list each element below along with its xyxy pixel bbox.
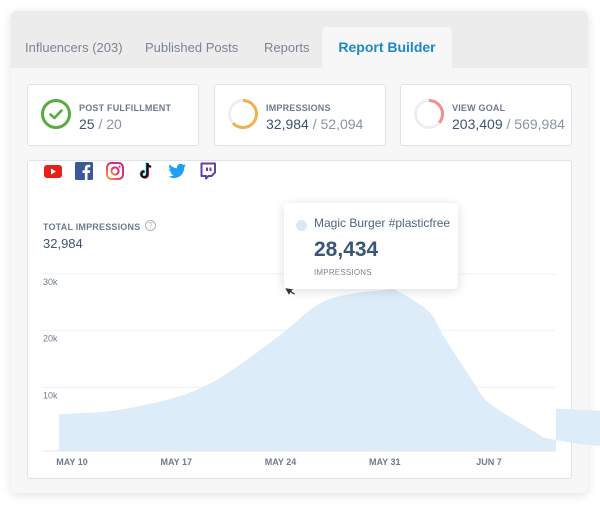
x-tick-label: MAY 31	[369, 457, 401, 467]
y-tick-label: 20k	[43, 334, 58, 344]
series-area[interactable]	[59, 289, 600, 451]
y-tick-label: 10k	[43, 390, 58, 400]
x-tick-label: MAY 17	[160, 457, 192, 467]
tooltip-series-name: Magic Burger #plasticfree	[314, 216, 451, 230]
mouse-cursor-icon	[283, 286, 297, 298]
tooltip-label: IMPRESSIONS	[314, 268, 372, 277]
x-tick-label: MAY 10	[56, 457, 88, 467]
chart-tooltip: Magic Burger #plasticfree 28,434 IMPRESS…	[284, 203, 458, 289]
x-tick-label: JUN 7	[476, 457, 502, 467]
series-color-dot	[296, 220, 307, 231]
x-tick-label: MAY 24	[265, 457, 297, 467]
tooltip-value: 28,434	[314, 238, 379, 261]
y-tick-label: 30k	[43, 277, 58, 287]
